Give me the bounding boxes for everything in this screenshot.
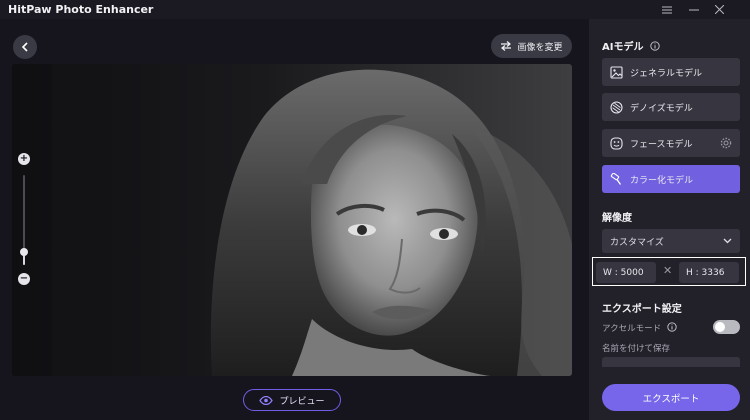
change-image-label: 画像を変更 [517, 42, 563, 53]
width-input[interactable]: W : 5000 [596, 262, 656, 283]
resolution-select[interactable]: カスタマイズ [602, 229, 740, 253]
model-general-label: ジェネラルモデル [630, 68, 703, 79]
accel-mode-label-text: アクセルモード [602, 324, 662, 334]
model-colorize-label: カラー化モデル [630, 175, 694, 186]
main-area: 画像を変更 + − プレビュー [0, 19, 589, 420]
change-image-button[interactable]: 画像を変更 [491, 34, 572, 58]
swap-arrows-icon [501, 41, 512, 51]
height-input[interactable]: H : 3336 [679, 262, 739, 283]
resolution-inputs: W : 5000 ✕ H : 3336 [592, 257, 746, 286]
accel-mode-label: アクセルモード [602, 322, 677, 334]
app-title: HitPaw Photo Enhancer [8, 3, 154, 16]
model-denoise[interactable]: デノイズモデル [602, 93, 740, 121]
preview-button[interactable]: プレビュー [243, 389, 341, 411]
zoom-out-button[interactable]: − [18, 273, 30, 285]
accel-mode-toggle[interactable] [713, 320, 740, 334]
ai-model-title-text: AIモデル [602, 42, 644, 53]
chevron-down-icon [723, 238, 732, 244]
model-denoise-label: デノイズモデル [630, 103, 693, 114]
export-settings-title: エクスポート設定 [602, 304, 682, 315]
link-symbol[interactable]: ✕ [663, 264, 672, 277]
info-icon[interactable] [667, 322, 677, 332]
settings-panel: AIモデル ジェネラルモデル デノイズモデル フェースモデル カラー化モデル 解… [589, 19, 750, 420]
chevron-left-icon [21, 42, 28, 52]
back-button[interactable] [13, 35, 37, 59]
model-face[interactable]: フェースモデル [602, 129, 740, 157]
zoom-control: + − [18, 153, 32, 285]
zoom-thumb[interactable] [20, 247, 28, 256]
paint-roller-icon [609, 172, 624, 187]
ai-model-title: AIモデル [602, 38, 660, 53]
resolution-select-value: カスタマイズ [610, 237, 664, 248]
title-bar: HitPaw Photo Enhancer [0, 0, 750, 19]
face-icon [609, 136, 624, 151]
hamburger-icon[interactable] [654, 0, 680, 19]
info-icon[interactable] [650, 41, 660, 51]
denoise-icon [609, 100, 624, 115]
image-icon [609, 65, 624, 80]
save-as-field[interactable] [602, 357, 740, 367]
preview-label: プレビュー [279, 396, 325, 407]
close-icon[interactable] [706, 0, 732, 19]
zoom-in-button[interactable]: + [18, 153, 30, 165]
minimize-icon[interactable] [681, 0, 707, 19]
toggle-knob [715, 322, 725, 332]
model-face-label: フェースモデル [630, 139, 693, 150]
model-colorize[interactable]: カラー化モデル [602, 165, 740, 193]
resolution-title: 解像度 [602, 213, 632, 224]
image-canvas[interactable] [12, 64, 572, 376]
save-as-label: 名前を付けて保存 [602, 344, 671, 354]
eye-icon [259, 395, 274, 405]
model-general[interactable]: ジェネラルモデル [602, 58, 740, 86]
portrait-image [12, 64, 572, 376]
export-button[interactable]: エクスポート [602, 384, 740, 411]
gear-icon[interactable] [720, 137, 732, 149]
